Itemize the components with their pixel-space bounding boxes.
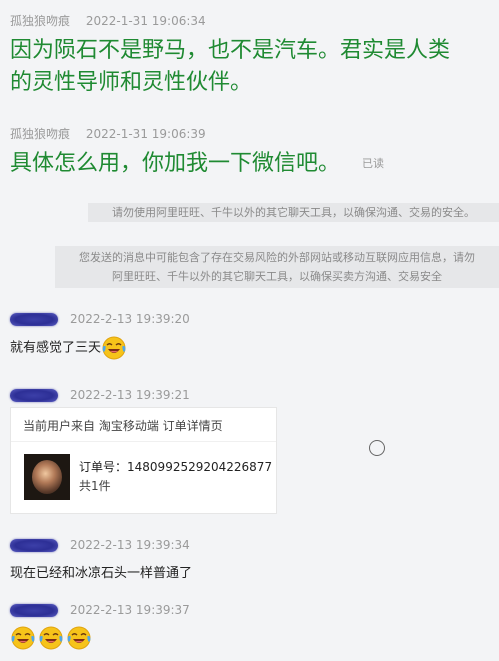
order-number: 订单号：1480992529204226877	[79, 458, 272, 475]
message-time: 2022-2-13 19:39:34	[70, 538, 190, 552]
notice-text: 阿里旺旺、千牛以外的其它聊天工具，以确保买卖方沟通、交易安全	[112, 270, 442, 283]
buyer-message-4: 2022-2-13 19:39:37	[10, 603, 190, 651]
blurred-sender-name	[10, 539, 58, 552]
order-card[interactable]: 当前用户来自 淘宝移动端 订单详情页 订单号：14809925292042268…	[10, 407, 277, 514]
seller-message-2: 孤独狼吻痕 2022-1-31 19:06:39 具体怎么用，你加我一下微信吧。…	[10, 125, 384, 180]
blurred-sender-name	[10, 313, 58, 326]
message-time: 2022-2-13 19:39:20	[70, 312, 190, 326]
message-text: 具体怎么用，你加我一下微信吧。 已读	[10, 148, 384, 180]
message-time: 2022-2-13 19:39:37	[70, 603, 190, 617]
notice-text: 请勿使用阿里旺旺、千牛以外的其它聊天工具，以确保沟通、交易的安全。	[112, 206, 475, 219]
mouse-cursor-icon	[369, 440, 385, 456]
order-number-value: 1480992529204226877	[127, 460, 273, 474]
message-text: 就有感觉了三天	[10, 335, 190, 361]
order-label: 订单号：	[79, 460, 128, 474]
buyer-message-1: 2022-2-13 19:39:20 就有感觉了三天	[10, 312, 190, 361]
message-meta: 2022-2-13 19:39:34	[10, 538, 192, 552]
product-thumbnail[interactable]	[24, 454, 70, 500]
order-quantity: 共1件	[79, 479, 111, 493]
message-line: 就有感觉了三天	[10, 340, 102, 356]
message-line: 的灵性导师和灵性伙伴。	[10, 70, 253, 95]
laughing-tears-emoji-icon	[67, 626, 91, 650]
message-meta: 2022-2-13 19:39:21	[10, 388, 190, 402]
message-time: 2022-1-31 19:06:39	[85, 127, 206, 141]
message-meta: 孤独狼吻痕 2022-1-31 19:06:39	[10, 125, 384, 142]
notice-text: 您发送的消息中可能包含了存在交易风险的外部网站或移动互联网应用信息，请勿	[79, 251, 475, 264]
blurred-sender-name	[10, 604, 58, 617]
message-time: 2022-1-31 19:06:34	[85, 14, 206, 28]
blurred-sender-name	[10, 389, 58, 402]
sender-name: 孤独狼吻痕	[10, 127, 71, 141]
sender-name: 孤独狼吻痕	[10, 14, 71, 28]
laughing-tears-emoji-icon	[11, 626, 35, 650]
message-meta: 2022-2-13 19:39:37	[10, 603, 190, 617]
message-meta: 2022-2-13 19:39:20	[10, 312, 190, 326]
message-text: 因为陨石不是野马，也不是汽车。君实是人类 的灵性导师和灵性伙伴。	[10, 35, 450, 99]
order-card-header: 当前用户来自 淘宝移动端 订单详情页	[11, 408, 276, 442]
laughing-tears-emoji-icon	[39, 626, 63, 650]
message-line: 因为陨石不是野马，也不是汽车。君实是人类	[10, 38, 451, 63]
system-notice-1: 请勿使用阿里旺旺、千牛以外的其它聊天工具，以确保沟通、交易的安全。	[88, 203, 499, 222]
buyer-message-3: 2022-2-13 19:39:34 现在已经和冰凉石头一样普通了	[10, 538, 192, 585]
laughing-tears-emoji-icon	[102, 336, 126, 360]
message-line: 具体怎么用，你加我一下微信吧。	[10, 151, 341, 176]
seller-message-1: 孤独狼吻痕 2022-1-31 19:06:34 因为陨石不是野马，也不是汽车。…	[10, 12, 450, 99]
message-time: 2022-2-13 19:39:21	[70, 388, 190, 402]
buyer-message-2: 2022-2-13 19:39:21	[10, 388, 190, 402]
system-notice-2: 您发送的消息中可能包含了存在交易风险的外部网站或移动互联网应用信息，请勿 阿里旺…	[55, 246, 499, 288]
read-status: 已读	[362, 157, 385, 170]
emoji-row	[10, 625, 190, 651]
message-meta: 孤独狼吻痕 2022-1-31 19:06:34	[10, 12, 450, 29]
order-card-body[interactable]: 订单号：1480992529204226877 共1件	[11, 442, 276, 512]
message-text: 现在已经和冰凉石头一样普通了	[10, 566, 193, 581]
